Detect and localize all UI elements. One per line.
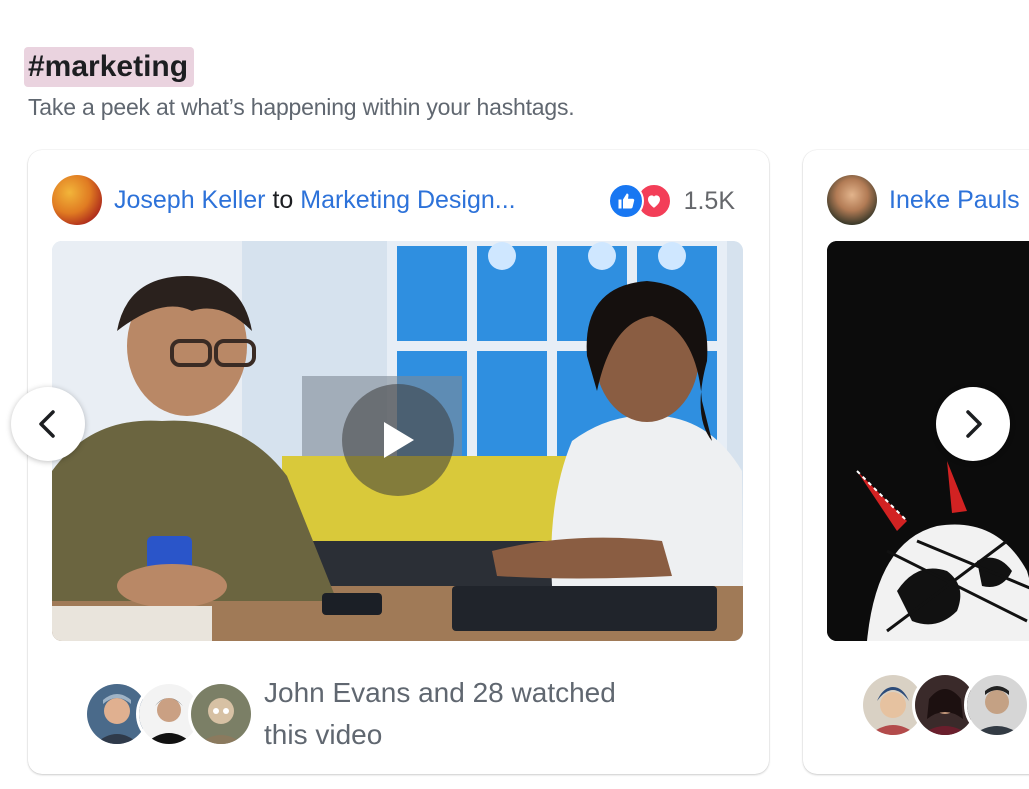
- hashtag-subtitle: Take a peek at what’s happening within y…: [28, 94, 575, 120]
- play-button[interactable]: [342, 384, 454, 496]
- like-icon: [607, 183, 644, 219]
- hashtag-title: #marketing: [24, 47, 195, 87]
- reaction-count: 1.5K: [683, 186, 735, 215]
- watched-count: and 28 watched: [418, 677, 616, 708]
- viewer-avatar[interactable]: [188, 681, 254, 747]
- chevron-right-icon: [966, 410, 982, 438]
- watched-line2: this video: [264, 719, 383, 750]
- author-link[interactable]: Joseph Keller: [114, 186, 265, 214]
- group-link[interactable]: Marketing Design...: [300, 186, 515, 214]
- video-player[interactable]: [52, 241, 743, 641]
- author-link[interactable]: Ineke Pauls: [889, 186, 1020, 214]
- post-byline: Joseph Keller to Marketing Design...: [114, 186, 516, 215]
- carousel-prev-button[interactable]: [11, 387, 85, 461]
- play-icon: [384, 422, 414, 458]
- to-label: to: [272, 185, 294, 214]
- watched-summary: [860, 672, 1029, 738]
- carousel-next-button[interactable]: [936, 387, 1010, 461]
- viewer-avatar[interactable]: [964, 672, 1029, 738]
- post-byline: Ineke Pauls: [889, 186, 1020, 215]
- watched-text: John Evans and 28 watched this video: [264, 672, 684, 756]
- reactions-summary[interactable]: 1.5K: [607, 183, 735, 219]
- chevron-left-icon: [39, 410, 55, 438]
- watched-name[interactable]: John Evans: [264, 677, 410, 708]
- post-header: Joseph Keller to Marketing Design... 1.5…: [52, 174, 745, 226]
- author-avatar[interactable]: [52, 175, 102, 225]
- post-header: Ineke Pauls: [827, 174, 1020, 226]
- post-card[interactable]: Joseph Keller to Marketing Design... 1.5…: [28, 150, 769, 774]
- watched-summary: John Evans and 28 watched this video: [84, 672, 684, 756]
- author-avatar[interactable]: [827, 175, 877, 225]
- post-card[interactable]: Ineke Pauls: [803, 150, 1029, 774]
